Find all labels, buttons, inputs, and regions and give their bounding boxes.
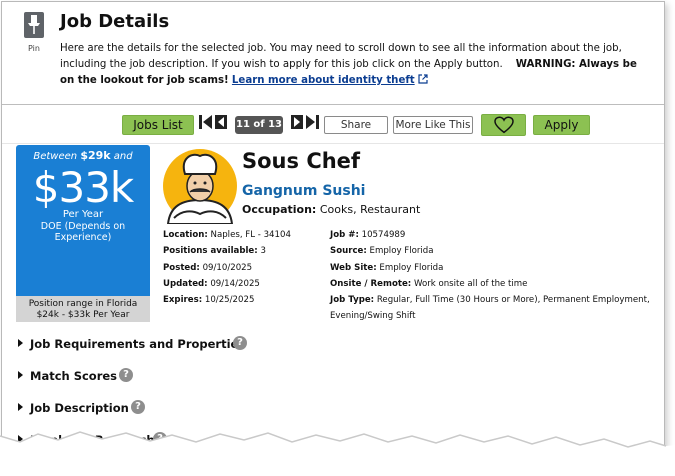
- fact-label: Onsite / Remote:: [330, 278, 412, 289]
- occupation-value: Cooks, Restaurant: [319, 203, 421, 216]
- section-match-scores[interactable]: Match Scores: [18, 369, 117, 383]
- section-label: Job Requirements and Properties: [30, 337, 246, 351]
- salary-amount: $33k: [32, 163, 135, 212]
- fact-row: Posted: 09/10/2025: [163, 260, 331, 276]
- fact-value: Work onsite all of the time: [413, 278, 528, 289]
- apply-button[interactable]: Apply: [533, 115, 590, 135]
- section-label: Match Scores: [30, 369, 118, 383]
- state-range-line1: Position range in Florida: [28, 299, 138, 309]
- state-range: Position range in Florida $24k - $33k Pe…: [16, 296, 150, 322]
- fact-value: Regular, Full Time (30 Hours or More), P…: [330, 295, 650, 322]
- fact-label: Source:: [330, 246, 367, 257]
- between-label: Between: [33, 151, 78, 162]
- pin-button[interactable]: Pin: [22, 12, 46, 53]
- help-icon[interactable]: ?: [233, 336, 247, 350]
- share-button[interactable]: Share: [324, 116, 388, 134]
- page-title: Job Details: [60, 11, 170, 32]
- fact-row: Updated: 09/14/2025: [163, 276, 331, 292]
- occupation: Occupation: Cooks, Restaurant: [242, 203, 420, 216]
- fact-label: Job Type:: [330, 295, 375, 306]
- fact-value: 09/14/2025: [210, 278, 260, 289]
- fact-label: Web Site:: [330, 262, 377, 273]
- help-icon[interactable]: ?: [131, 400, 145, 414]
- external-link-icon[interactable]: [418, 74, 428, 84]
- expand-triangle-icon: [18, 403, 23, 411]
- pin-label: Pin: [28, 44, 40, 53]
- fact-label: Updated:: [163, 278, 208, 289]
- first-page-icon[interactable]: [199, 115, 213, 129]
- previous-icon[interactable]: [215, 115, 227, 129]
- save-job-button[interactable]: [481, 114, 526, 136]
- fact-row: Web Site: Employ Florida: [330, 260, 655, 276]
- job-toolbar: Jobs List 11 of 13 Share More Like This …: [2, 106, 664, 144]
- salary-low: $29k: [80, 149, 111, 162]
- help-icon[interactable]: ?: [119, 368, 133, 382]
- job-details-panel: Pin Job Details Here are the details for…: [1, 1, 665, 467]
- fact-value: Naples, FL - 34104: [210, 230, 291, 240]
- salary-doe: DOE (Depends on Experience): [40, 221, 126, 243]
- job-details-header: Pin Job Details Here are the details for…: [2, 2, 664, 105]
- section-label: Job Description: [30, 401, 129, 415]
- fact-value: Employ Florida: [369, 246, 434, 257]
- identity-theft-link[interactable]: Learn more about identity theft: [232, 75, 415, 86]
- expand-triangle-icon: [18, 339, 23, 347]
- fact-label: Location:: [163, 230, 208, 240]
- header-description: Here are the details for the selected jo…: [60, 41, 650, 89]
- more-like-this-button[interactable]: More Like This: [393, 116, 473, 134]
- fact-label: Positions available:: [163, 246, 258, 257]
- fact-row: Location: Naples, FL - 34104: [163, 227, 331, 243]
- fact-value: 10/25/2025: [204, 295, 255, 306]
- fact-row: Positions available: 3: [163, 243, 331, 259]
- company-name[interactable]: Gangnum Sushi: [242, 183, 365, 199]
- job-title: Sous Chef: [242, 149, 361, 173]
- fact-row: Source: Employ Florida: [330, 243, 655, 259]
- section-job-requirements[interactable]: Job Requirements and Properties: [18, 337, 245, 351]
- fact-label: Posted:: [163, 262, 200, 273]
- chef-avatar: [163, 149, 237, 224]
- fact-value: 09/10/2025: [202, 262, 253, 273]
- occupation-label: Occupation:: [242, 203, 317, 216]
- salary-range-text: Between $29k and: [16, 149, 150, 162]
- job-facts-right: Job #: 10574989 Source: Employ Florida W…: [330, 227, 655, 325]
- job-facts-left: Location: Naples, FL - 34104 Positions a…: [163, 227, 331, 308]
- fact-row: Expires: 10/25/2025: [163, 292, 331, 308]
- last-page-icon[interactable]: [305, 115, 319, 129]
- jobs-list-button[interactable]: Jobs List: [122, 115, 194, 135]
- fact-value: Employ Florida: [379, 262, 444, 273]
- torn-edge: [0, 431, 675, 476]
- state-range-line2: $24k - $33k Per Year: [36, 309, 130, 320]
- and-label: and: [113, 151, 133, 162]
- fact-row: Onsite / Remote: Work onsite all of the …: [330, 276, 655, 292]
- expand-triangle-icon: [18, 371, 23, 379]
- section-job-description[interactable]: Job Description: [18, 401, 129, 415]
- fact-label: Job #:: [330, 230, 359, 240]
- result-counter: 11 of 13: [235, 116, 283, 134]
- salary-box: Between $29k and $33k Per Year DOE (Depe…: [16, 145, 150, 322]
- fact-value: 3: [260, 246, 266, 257]
- fact-label: Expires:: [163, 295, 203, 306]
- next-icon[interactable]: [291, 115, 303, 129]
- heart-icon: [493, 116, 514, 134]
- pin-icon: [24, 12, 44, 38]
- fact-row: Job Type: Regular, Full Time (30 Hours o…: [330, 292, 655, 325]
- fact-row: Job #: 10574989: [330, 227, 655, 243]
- fact-value: 10574989: [361, 230, 406, 240]
